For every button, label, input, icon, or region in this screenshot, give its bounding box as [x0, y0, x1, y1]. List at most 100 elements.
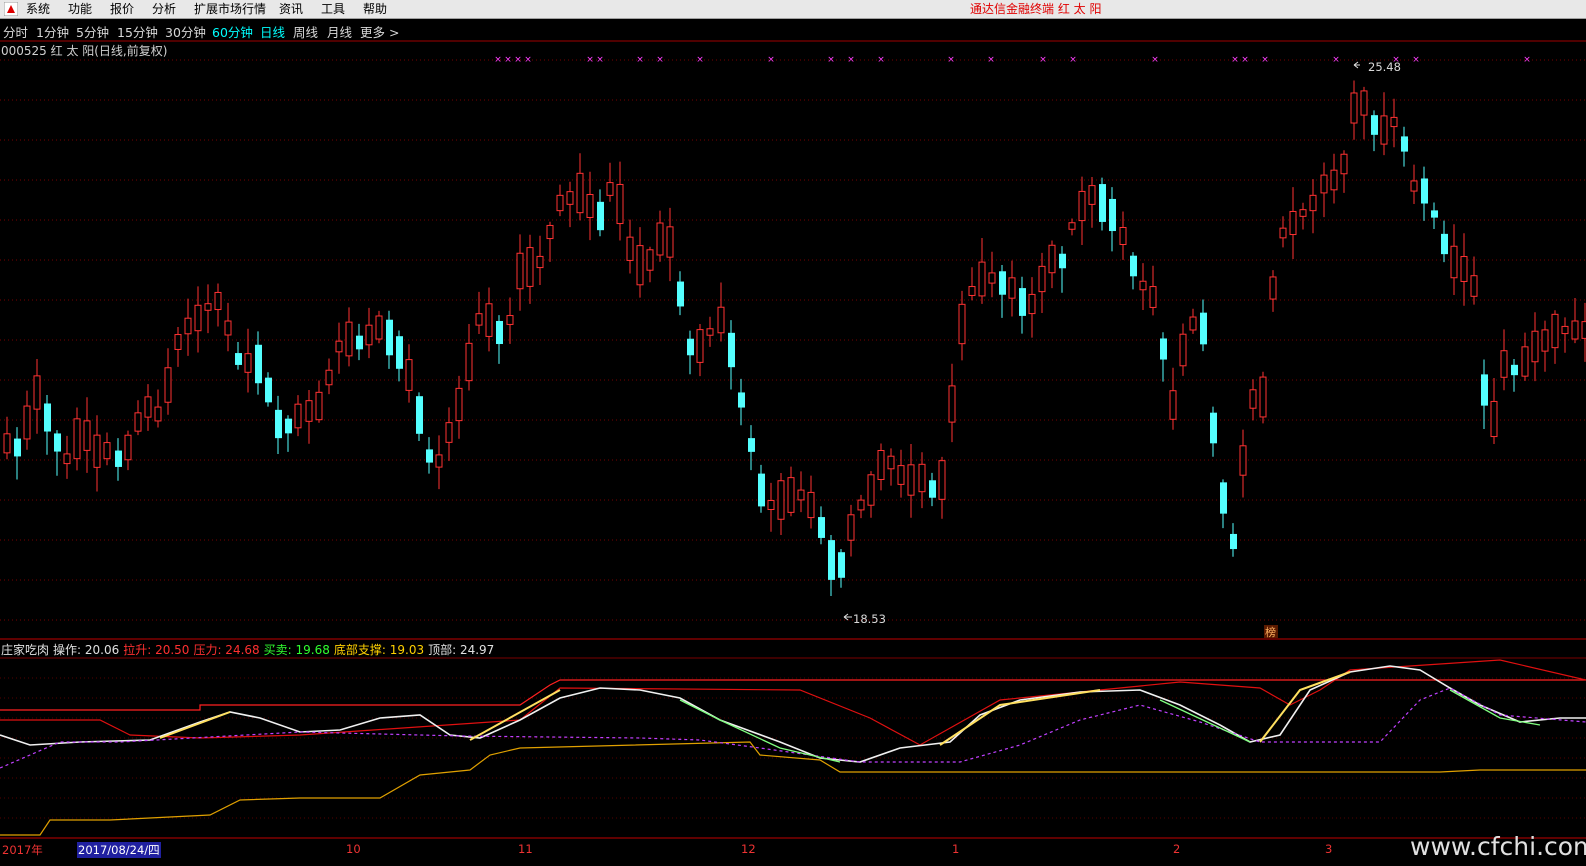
buy-sell-green-segment [1159, 699, 1251, 743]
candlestick [999, 265, 1006, 318]
candlestick [597, 189, 604, 237]
candlestick [847, 504, 855, 557]
x-marker: × [1241, 55, 1249, 65]
x-marker: × [696, 55, 704, 65]
candlestick [23, 390, 31, 450]
candlestick [646, 246, 654, 283]
candlestick [1109, 187, 1116, 252]
x-marker: × [987, 55, 995, 65]
candlestick [1289, 187, 1297, 259]
candlestick [1230, 523, 1237, 557]
x-marker: × [656, 55, 664, 65]
candlestick [1088, 177, 1096, 228]
candlestick [556, 184, 564, 217]
candlestick [93, 415, 101, 492]
candlestick [677, 271, 684, 316]
candlestick [526, 234, 534, 304]
x-marker: × [504, 55, 512, 65]
candlestick [255, 331, 262, 395]
x-marker: × [877, 55, 885, 65]
candlestick [1200, 299, 1207, 352]
bottom-support-line [0, 741, 1586, 836]
candlestick [907, 444, 915, 518]
candlestick [818, 506, 825, 545]
candlestick [134, 400, 142, 436]
candlestick [184, 298, 192, 356]
candlestick [1259, 371, 1267, 424]
candlestick [1309, 179, 1317, 234]
candlestick [546, 221, 554, 262]
indicator-lines [0, 659, 1586, 836]
candlestick [1340, 150, 1348, 193]
date-month-10: 10 [346, 842, 361, 856]
bang-marker: 榜 [1264, 625, 1278, 639]
candlestick [516, 234, 524, 311]
x-marker: × [1039, 55, 1047, 65]
candlestick [777, 473, 785, 536]
x-marker: × [1523, 55, 1531, 65]
candlestick [1169, 367, 1177, 430]
candlestick [1078, 176, 1086, 245]
candlestick [728, 320, 735, 390]
candlestick [968, 267, 976, 301]
candlestick [1561, 317, 1569, 353]
candlestick [758, 464, 765, 513]
candlestick [1019, 276, 1026, 334]
candlestick [1481, 359, 1488, 429]
candlestick [115, 438, 122, 481]
chart-area[interactable]: × × × × × × × × × × × × × × × × × × × × × × × × × 25.48 18.53 榜 [0, 0, 1586, 866]
candlestick [1220, 479, 1227, 529]
low-price-label: 18.53 [853, 612, 886, 626]
candlestick [1149, 265, 1157, 316]
candlestick [787, 466, 795, 517]
candlestick [1330, 153, 1338, 204]
x-marker: × [1261, 55, 1269, 65]
candlestick [717, 282, 725, 342]
candlestick [1371, 110, 1378, 152]
candlestick [797, 471, 805, 513]
candlestick [988, 251, 996, 298]
candlestick [265, 372, 272, 407]
candlestick [285, 415, 292, 452]
candlestick [1189, 308, 1197, 334]
candlestick [1048, 240, 1056, 289]
candlestick [1571, 297, 1579, 344]
candlestick [416, 392, 423, 442]
candlestick [666, 207, 674, 282]
pull-up-segment [469, 689, 561, 741]
candlestick [958, 290, 966, 361]
candlestick [838, 549, 845, 588]
buy-sell-line [0, 687, 1586, 769]
candlestick [73, 407, 81, 471]
candlestick [636, 227, 644, 298]
bang-marker-label: 榜 [1265, 625, 1276, 639]
candlestick [435, 435, 443, 490]
candlestick [1119, 211, 1127, 260]
candlestick [536, 235, 544, 286]
indicator-item: 操作: 20.06 [53, 643, 120, 657]
candlestick [3, 416, 11, 460]
candlestick [748, 425, 755, 471]
candlestick [767, 482, 775, 532]
candlestick [356, 323, 363, 361]
x-marker: × [524, 55, 532, 65]
candlestick [244, 328, 252, 393]
watermark: www.cfchi.com [1410, 832, 1586, 861]
candlestick [738, 378, 745, 426]
candlestick [63, 435, 71, 479]
candlestick [626, 219, 634, 274]
candlestick [828, 535, 835, 597]
price-grid [0, 59, 1586, 819]
candlestick [396, 330, 403, 382]
date-axis: 2017年 2017/08/24/四 10 11 12 1 2 3 [0, 841, 1586, 858]
indicator-item: 顶部: 24.97 [428, 643, 495, 657]
candlestick [929, 472, 936, 507]
candlestick [294, 395, 302, 437]
candlestick [465, 324, 473, 391]
candlestick [606, 162, 614, 202]
candlestick [1038, 252, 1046, 314]
candlestick [124, 430, 132, 471]
candlestick [174, 327, 182, 367]
candlestick [44, 394, 51, 455]
x-marker: × [586, 55, 594, 65]
